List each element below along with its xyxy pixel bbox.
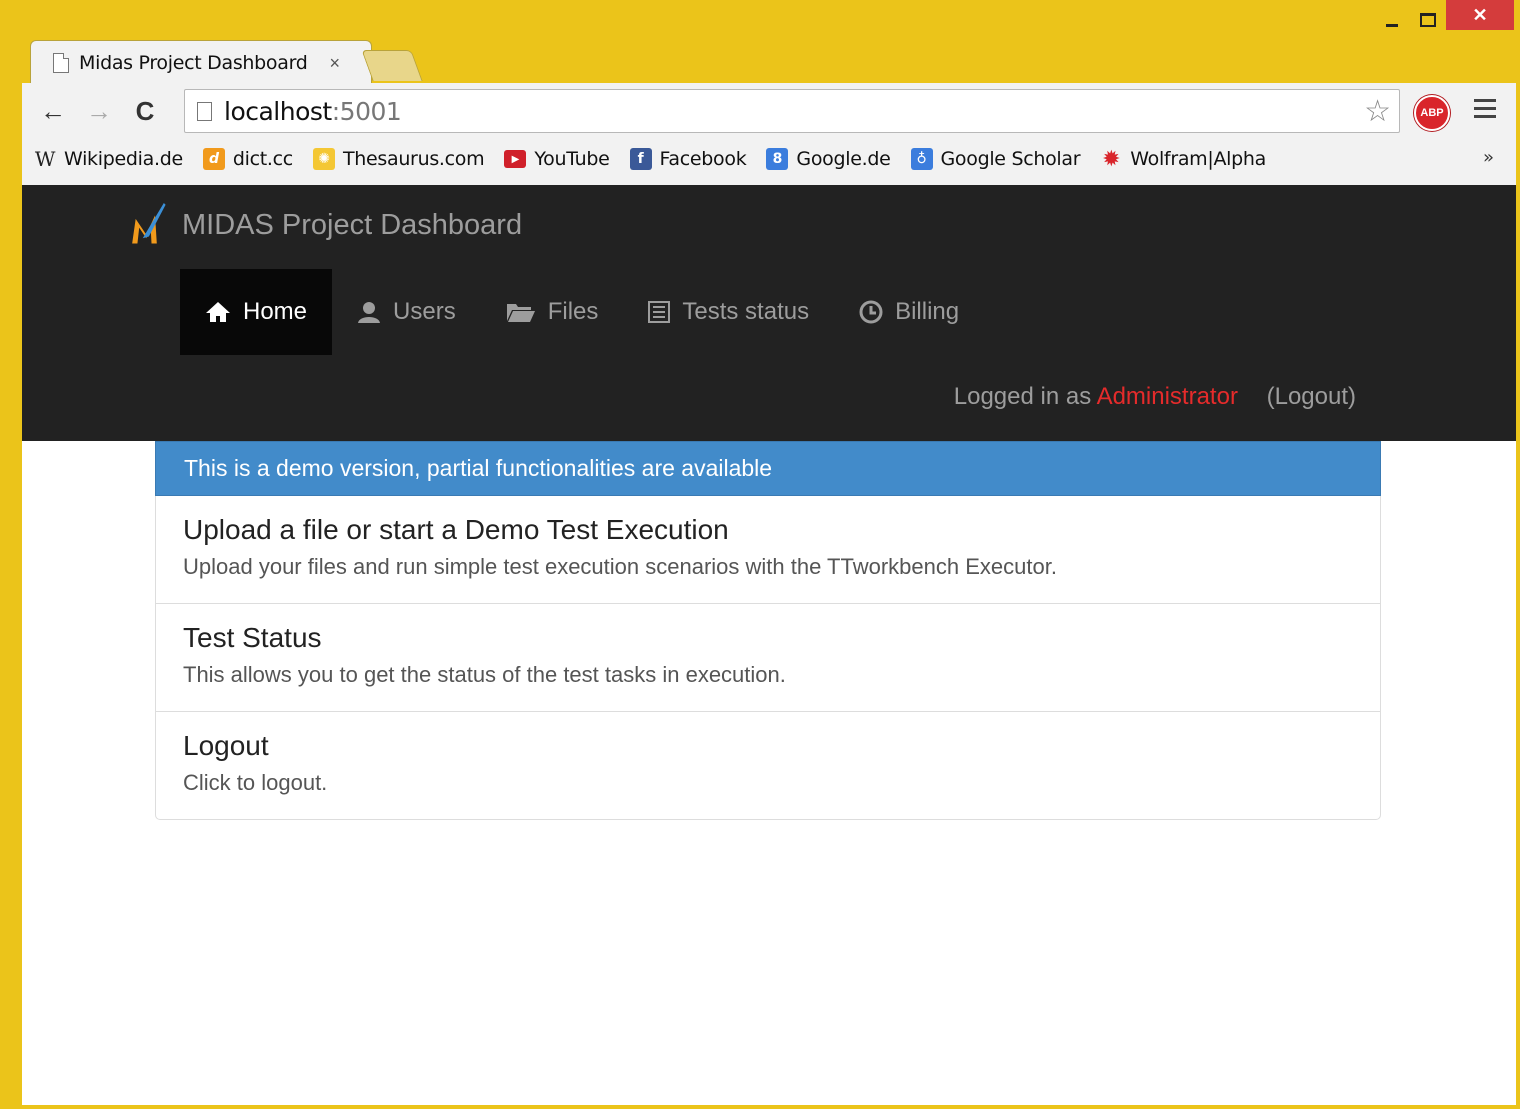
close-icon: ✕: [1472, 4, 1488, 25]
user-icon: [357, 300, 381, 324]
bookmark-label: Thesaurus.com: [342, 148, 485, 170]
midas-logo-icon: [132, 203, 166, 244]
new-tab-button[interactable]: [361, 50, 423, 81]
logged-in-label: Logged in as: [953, 383, 1092, 410]
nav-tests-status[interactable]: Tests status: [623, 269, 834, 355]
bookmark-label: Wolfram|Alpha: [1130, 148, 1267, 170]
back-arrow-icon: ←: [40, 95, 66, 126]
reload-button[interactable]: C: [122, 91, 168, 131]
browser-chrome: ← → C localhost:5001 ☆ ABP W Wikipedia.d…: [22, 83, 1516, 185]
list-item-logout[interactable]: Logout Click to logout.: [156, 712, 1380, 819]
address-bar[interactable]: localhost:5001 ☆: [184, 89, 1400, 133]
nav-label: Tests status: [682, 298, 810, 325]
bookmark-label: Facebook: [659, 148, 747, 170]
maximize-icon: [1420, 13, 1436, 27]
clock-icon: [859, 300, 883, 324]
bookmark-google-scholar[interactable]: ♁ Google Scholar: [910, 148, 1081, 170]
toolbar: ← → C localhost:5001 ☆ ABP: [22, 83, 1516, 139]
close-window-button[interactable]: ✕: [1446, 0, 1514, 30]
url-host: localhost: [224, 96, 332, 126]
logout-link[interactable]: (Logout): [1267, 383, 1356, 410]
nav-home[interactable]: Home: [180, 269, 333, 355]
login-status: Logged in as Administrator (Logout): [954, 383, 1356, 411]
bookmark-facebook[interactable]: f Facebook: [629, 148, 747, 170]
list-item-heading: Upload a file or start a Demo Test Execu…: [183, 514, 729, 545]
reload-icon: C: [135, 95, 155, 126]
list-icon: [648, 301, 671, 323]
google-icon: 8: [766, 148, 789, 170]
nav-label: Home: [243, 298, 308, 325]
facebook-icon: f: [629, 148, 652, 170]
thesaurus-icon: ✺: [312, 148, 335, 170]
adblock-plus-icon[interactable]: ABP: [1414, 95, 1450, 131]
list-item-heading: Test Status: [183, 622, 322, 653]
wikipedia-icon: W: [34, 147, 56, 171]
nav-files[interactable]: Files: [481, 269, 624, 355]
nav-billing[interactable]: Billing: [834, 269, 984, 355]
bookmark-label: dict.cc: [232, 148, 293, 170]
bookmark-dictcc[interactable]: d dict.cc: [202, 148, 293, 170]
page-content: MIDAS Project Dashboard Home Users Files…: [22, 185, 1516, 1105]
youtube-icon: ▶: [504, 150, 527, 168]
tab-midas[interactable]: Midas Project Dashboard ×: [30, 40, 372, 85]
nav-label: Users: [393, 298, 456, 325]
bookmark-label: YouTube: [534, 148, 610, 170]
window-controls: ✕: [1374, 0, 1514, 32]
url-text: localhost:5001: [224, 96, 402, 126]
minimize-icon: [1386, 23, 1398, 27]
list-item-upload[interactable]: Upload a file or start a Demo Test Execu…: [156, 496, 1380, 604]
bookmark-youtube[interactable]: ▶ YouTube: [504, 148, 610, 170]
bookmark-label: Wikipedia.de: [64, 148, 183, 170]
tab-title: Midas Project Dashboard: [79, 52, 308, 74]
menu-icon[interactable]: [1474, 99, 1496, 123]
bookmark-google[interactable]: 8 Google.de: [766, 148, 891, 170]
maximize-button[interactable]: [1410, 8, 1446, 32]
page-icon: [197, 101, 212, 121]
main-nav: Home Users Files Tests status Billing: [180, 269, 984, 355]
bookmark-wikipedia[interactable]: W Wikipedia.de: [34, 147, 183, 171]
list-item-heading: Logout: [183, 730, 269, 761]
bookmark-label: Google.de: [796, 148, 891, 170]
page-icon: [53, 53, 69, 73]
wolframalpha-icon: ✹: [1102, 146, 1121, 172]
bookmark-thesaurus[interactable]: ✺ Thesaurus.com: [312, 148, 485, 170]
brand[interactable]: MIDAS Project Dashboard: [128, 203, 522, 247]
list-item-text: Click to logout.: [183, 770, 328, 795]
folder-open-icon: [506, 301, 536, 323]
back-button[interactable]: ←: [30, 91, 76, 131]
minimize-button[interactable]: [1374, 8, 1410, 32]
nav-label: Files: [547, 298, 599, 325]
forward-button[interactable]: →: [76, 91, 122, 131]
list-item-text: This allows you to get the status of the…: [183, 662, 786, 687]
brand-title: MIDAS Project Dashboard: [182, 208, 523, 241]
bookmark-label: Google Scholar: [940, 148, 1081, 170]
home-icon: [205, 301, 231, 323]
url-port: :5001: [331, 96, 402, 126]
nav-users[interactable]: Users: [332, 269, 481, 355]
bookmarks-overflow-icon[interactable]: »: [1483, 147, 1494, 168]
google-scholar-icon: ♁: [910, 148, 933, 170]
demo-alert: This is a demo version, partial function…: [155, 441, 1381, 496]
main-content: This is a demo version, partial function…: [155, 441, 1381, 820]
browser-window: ✕ Midas Project Dashboard × ← → C localh…: [0, 0, 1520, 1109]
list-item-text: Upload your files and run simple test ex…: [183, 554, 1057, 579]
tab-close-icon[interactable]: ×: [330, 53, 341, 74]
site-navbar: MIDAS Project Dashboard Home Users Files…: [22, 185, 1516, 441]
bookmarks-bar: W Wikipedia.de d dict.cc ✺ Thesaurus.com…: [22, 139, 1516, 179]
forward-arrow-icon: →: [86, 95, 112, 126]
nav-label: Billing: [895, 298, 960, 325]
bookmark-star-icon[interactable]: ☆: [1364, 94, 1391, 129]
list-item-test-status[interactable]: Test Status This allows you to get the s…: [156, 604, 1380, 712]
bookmark-wolframalpha[interactable]: ✹ Wolfram|Alpha: [1100, 146, 1267, 172]
dictcc-icon: d: [202, 148, 225, 170]
action-list: Upload a file or start a Demo Test Execu…: [155, 496, 1381, 820]
user-link[interactable]: Administrator: [1097, 383, 1238, 410]
